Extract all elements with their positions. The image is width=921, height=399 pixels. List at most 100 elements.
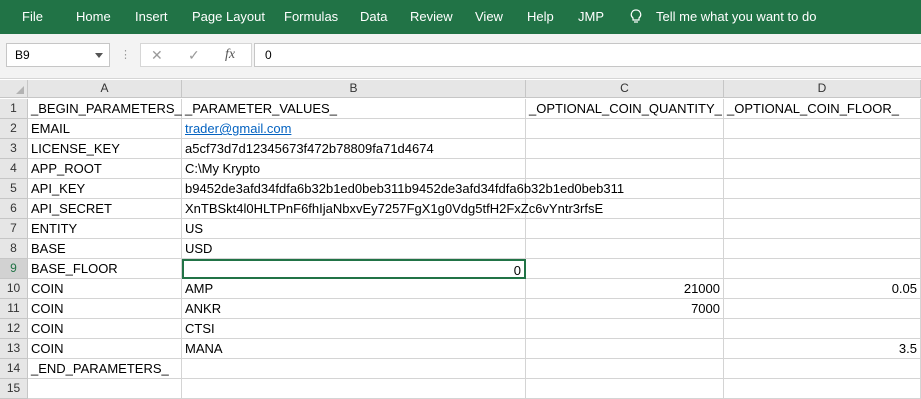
cell-a1[interactable]: _BEGIN_PARAMETERS_: [28, 99, 182, 119]
tab-insert[interactable]: Insert: [135, 0, 168, 34]
cell-b14[interactable]: [182, 359, 526, 379]
cell-d3[interactable]: [724, 139, 921, 159]
cell-a10[interactable]: COIN: [28, 279, 182, 299]
cell-a4[interactable]: APP_ROOT: [28, 159, 182, 179]
cell-b4[interactable]: C:\My Krypto: [182, 159, 526, 179]
cell-c13[interactable]: [526, 339, 724, 359]
lightbulb-icon[interactable]: [630, 9, 642, 25]
cell-d2[interactable]: [724, 119, 921, 139]
tab-jmp[interactable]: JMP: [578, 0, 604, 34]
chevron-down-icon[interactable]: [95, 53, 103, 58]
cell-c9[interactable]: [526, 259, 724, 279]
cell-a11[interactable]: COIN: [28, 299, 182, 319]
row-header[interactable]: 2: [0, 119, 28, 139]
cell-c8[interactable]: [526, 239, 724, 259]
cell-d9[interactable]: [724, 259, 921, 279]
cell-a3[interactable]: LICENSE_KEY: [28, 139, 182, 159]
tab-home[interactable]: Home: [76, 0, 111, 34]
cell-d5[interactable]: [724, 179, 921, 199]
row-header[interactable]: 13: [0, 339, 28, 359]
cell-b13[interactable]: MANA: [182, 339, 526, 359]
row-header[interactable]: 10: [0, 279, 28, 299]
cell-c15[interactable]: [526, 379, 724, 399]
name-box[interactable]: B9: [6, 43, 110, 67]
cell-d1[interactable]: _OPTIONAL_COIN_FLOOR_: [724, 99, 921, 119]
cell-d14[interactable]: [724, 359, 921, 379]
row-header[interactable]: 12: [0, 319, 28, 339]
row-header[interactable]: 11: [0, 299, 28, 319]
column-header-c[interactable]: C: [526, 80, 724, 98]
cell-a14[interactable]: _END_PARAMETERS_: [28, 359, 182, 379]
cell-c11[interactable]: 7000: [526, 299, 724, 319]
tab-data[interactable]: Data: [360, 0, 387, 34]
tab-review[interactable]: Review: [410, 0, 453, 34]
formula-input[interactable]: 0: [254, 43, 921, 67]
cell-a13[interactable]: COIN: [28, 339, 182, 359]
row-header[interactable]: 8: [0, 239, 28, 259]
row-header[interactable]: 4: [0, 159, 28, 179]
cell-b15[interactable]: [182, 379, 526, 399]
cell-b1[interactable]: _PARAMETER_VALUES_: [182, 99, 526, 119]
row-header[interactable]: 14: [0, 359, 28, 379]
cell-d10[interactable]: 0.05: [724, 279, 921, 299]
row-header[interactable]: 3: [0, 139, 28, 159]
cell-b11[interactable]: ANKR: [182, 299, 526, 319]
cell-b12[interactable]: CTSI: [182, 319, 526, 339]
fx-icon[interactable]: fx: [225, 47, 235, 63]
cell-d8[interactable]: [724, 239, 921, 259]
cell-a5[interactable]: API_KEY: [28, 179, 182, 199]
cell-c4[interactable]: [526, 159, 724, 179]
cell-d4[interactable]: [724, 159, 921, 179]
cell-b5[interactable]: b9452de3afd34fdfa6b32b1ed0beb311b9452de3…: [182, 179, 624, 199]
column-header-d[interactable]: D: [724, 80, 921, 98]
cell-b9[interactable]: 0: [182, 259, 526, 279]
row-header[interactable]: 15: [0, 379, 28, 399]
cell-a7[interactable]: ENTITY: [28, 219, 182, 239]
cell-b6[interactable]: XnTBSkt4l0HLTPnF6fhIjaNbxvEy7257FgX1g0Vd…: [182, 199, 603, 219]
cell-b7[interactable]: US: [182, 219, 526, 239]
cell-a2[interactable]: EMAIL: [28, 119, 182, 139]
cell-c10[interactable]: 21000: [526, 279, 724, 299]
column-header-b[interactable]: B: [182, 80, 526, 98]
tab-page-layout[interactable]: Page Layout: [192, 0, 265, 34]
cancel-icon[interactable]: ✕: [151, 47, 163, 64]
tab-file[interactable]: File: [22, 0, 43, 34]
cell-c14[interactable]: [526, 359, 724, 379]
column-header-a[interactable]: A: [28, 80, 182, 98]
select-all-button[interactable]: [0, 80, 28, 98]
cell-a15[interactable]: [28, 379, 182, 399]
enter-icon[interactable]: ✓: [188, 47, 200, 64]
tab-view[interactable]: View: [475, 0, 503, 34]
row-header[interactable]: 9: [0, 259, 28, 279]
row-header[interactable]: 1: [0, 99, 28, 119]
cell-d11[interactable]: [724, 299, 921, 319]
cell-a8[interactable]: BASE: [28, 239, 182, 259]
cell-d13[interactable]: 3.5: [724, 339, 921, 359]
cell-d12[interactable]: [724, 319, 921, 339]
cell-b8[interactable]: USD: [182, 239, 526, 259]
row-header[interactable]: 7: [0, 219, 28, 239]
cell-a6[interactable]: API_SECRET: [28, 199, 182, 219]
cell-c2[interactable]: [526, 119, 724, 139]
cell-c7[interactable]: [526, 219, 724, 239]
row-header[interactable]: 5: [0, 179, 28, 199]
select-all-triangle-icon: [16, 86, 24, 94]
cell-c5[interactable]: [526, 179, 724, 199]
tab-formulas[interactable]: Formulas: [284, 0, 338, 34]
cell-b2[interactable]: trader@gmail.com: [182, 119, 526, 139]
cell-b3[interactable]: a5cf73d7d12345673f472b78809fa71d4674: [182, 139, 526, 159]
cell-d6[interactable]: [724, 199, 921, 219]
cell-c12[interactable]: [526, 319, 724, 339]
row-header[interactable]: 6: [0, 199, 28, 219]
cell-b10[interactable]: AMP: [182, 279, 526, 299]
tab-help[interactable]: Help: [527, 0, 554, 34]
cell-a12[interactable]: COIN: [28, 319, 182, 339]
cell-c3[interactable]: [526, 139, 724, 159]
drag-handle-icon[interactable]: ⋮: [120, 48, 131, 62]
cell-d15[interactable]: [724, 379, 921, 399]
cell-a9[interactable]: BASE_FLOOR: [28, 259, 182, 279]
cell-c6[interactable]: [526, 199, 724, 219]
cell-d7[interactable]: [724, 219, 921, 239]
tell-me-search[interactable]: Tell me what you want to do: [656, 0, 816, 34]
cell-c1[interactable]: _OPTIONAL_COIN_QUANTITY_: [526, 99, 724, 119]
